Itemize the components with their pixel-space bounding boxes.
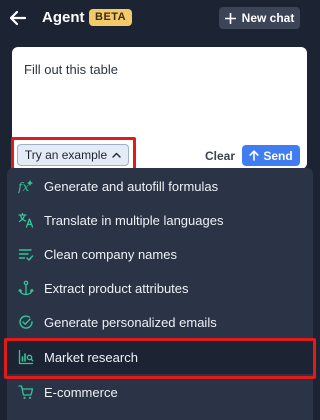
- menu-item-personalized-emails[interactable]: Generate personalized emails: [7, 305, 313, 339]
- menu-item-ecommerce[interactable]: E-commerce: [7, 375, 313, 409]
- prompt-text[interactable]: Fill out this table: [24, 62, 118, 77]
- new-chat-label: New chat: [241, 11, 295, 25]
- menu-item-label: Extract product attributes: [44, 280, 189, 296]
- anchor-icon: [18, 280, 34, 296]
- menu-item-market-research[interactable]: Market research: [7, 340, 313, 374]
- page-title: Agent: [42, 9, 85, 26]
- back-arrow-icon[interactable]: [8, 8, 28, 28]
- svg-text:fx: fx: [18, 180, 29, 194]
- clean-list-icon: [18, 246, 34, 262]
- menu-item-label: Generate and autofill formulas: [44, 178, 219, 194]
- email-icon: [18, 314, 34, 330]
- menu-item-clean-names[interactable]: Clean company names: [7, 237, 313, 271]
- send-label: Send: [263, 148, 293, 163]
- example-menu: fx Generate and autofill formulas Transl…: [7, 168, 313, 420]
- send-button[interactable]: Send: [242, 145, 300, 166]
- arrow-up-icon: [249, 150, 259, 161]
- menu-item-label: Generate personalized emails: [44, 314, 217, 330]
- formula-icon: fx: [18, 178, 34, 194]
- beta-badge: BETA: [89, 9, 133, 26]
- new-chat-button[interactable]: New chat: [219, 7, 300, 29]
- cart-icon: [18, 384, 34, 400]
- menu-item-label: E-commerce: [44, 384, 118, 400]
- menu-item-extract-attributes[interactable]: Extract product attributes: [7, 271, 313, 305]
- clear-button[interactable]: Clear: [205, 149, 235, 163]
- translate-icon: [18, 212, 34, 228]
- chart-search-icon: [18, 349, 34, 365]
- try-example-button[interactable]: Try an example: [17, 144, 129, 166]
- menu-item-label: Clean company names: [44, 246, 177, 262]
- menu-item-translate[interactable]: Translate in multiple languages: [7, 203, 313, 237]
- try-example-label: Try an example: [24, 148, 108, 162]
- menu-item-label: Translate in multiple languages: [44, 212, 224, 228]
- chevron-up-icon: [112, 152, 121, 158]
- menu-item-formulas[interactable]: fx Generate and autofill formulas: [7, 169, 313, 203]
- menu-item-label: Market research: [44, 349, 138, 365]
- plus-icon: [224, 12, 236, 24]
- header-bar: Agent BETA New chat: [0, 0, 320, 36]
